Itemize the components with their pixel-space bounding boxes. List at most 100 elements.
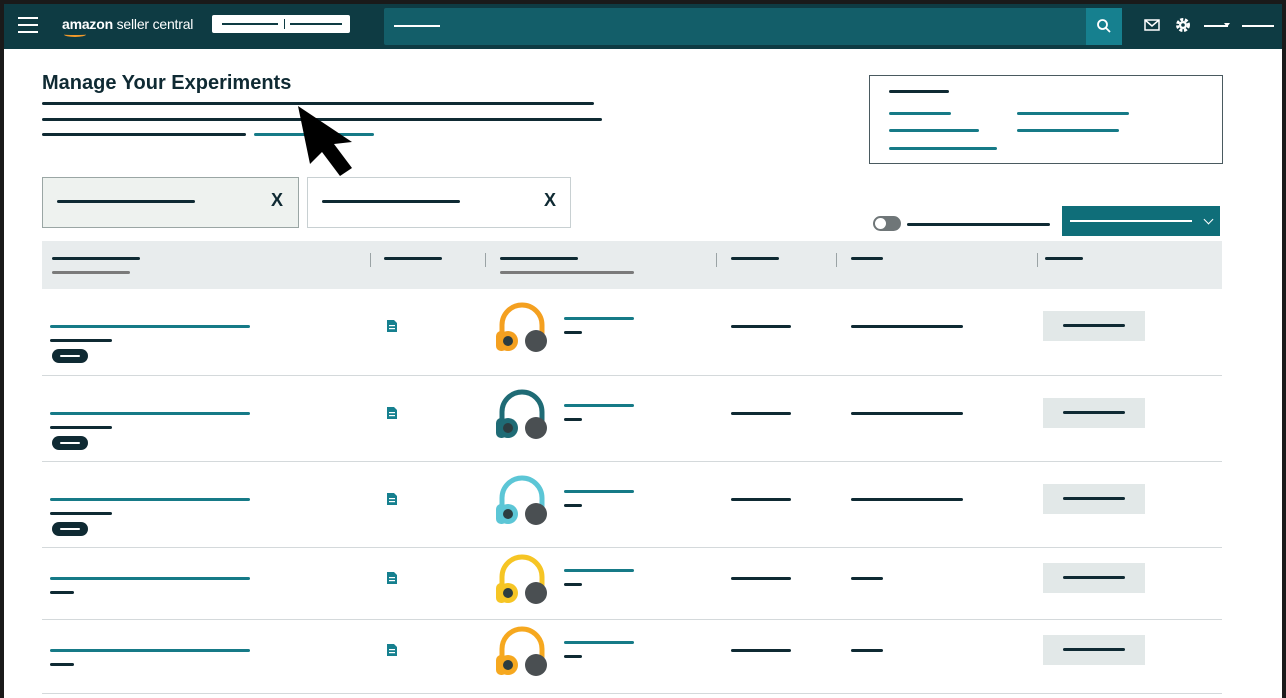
headphones-lightblue-icon [496, 475, 547, 525]
column-header-status[interactable] [851, 257, 883, 260]
info-link[interactable] [889, 112, 951, 115]
experiment-status [851, 412, 963, 415]
smile-icon [64, 32, 86, 37]
button-label [1063, 324, 1125, 327]
search-input[interactable] [384, 8, 1122, 45]
product-asin [564, 331, 582, 334]
table-row[interactable] [42, 462, 1222, 548]
gear-icon[interactable] [1174, 16, 1192, 34]
app-window: amazon seller central Manage Your Experi… [4, 4, 1282, 698]
experiment-name-link[interactable] [50, 498, 250, 501]
search-placeholder [394, 25, 440, 27]
experiment-name-link[interactable] [50, 412, 250, 415]
start-date [731, 325, 791, 328]
store-separator [284, 19, 285, 29]
document-icon[interactable] [386, 406, 398, 420]
column-header-type[interactable] [384, 257, 442, 260]
column-subheader [52, 271, 130, 274]
menu-icon[interactable] [18, 17, 38, 35]
experiment-subtext [50, 339, 112, 342]
button-label [1063, 648, 1125, 651]
view-details-button[interactable] [1043, 635, 1145, 665]
product-asin [564, 655, 582, 658]
brand-prefix: amazon [62, 16, 113, 32]
view-details-button[interactable] [1043, 398, 1145, 428]
search-icon [1097, 19, 1111, 33]
headphones-orange-yellow-icon [496, 626, 547, 676]
table-row[interactable] [42, 376, 1222, 462]
info-link[interactable] [889, 129, 979, 132]
product-title [564, 404, 634, 407]
actions-dropdown[interactable] [1062, 206, 1220, 236]
brand-logo[interactable]: amazon seller central [62, 16, 194, 37]
column-divider [836, 253, 837, 267]
experiment-status [851, 649, 883, 652]
mouse-cursor-icon [298, 106, 352, 176]
experiment-name-link[interactable] [50, 325, 250, 328]
info-link[interactable] [889, 147, 997, 150]
column-divider [370, 253, 371, 267]
brand-suffix: seller central [112, 16, 194, 32]
start-date [731, 577, 791, 580]
store-name-placeholder [222, 23, 278, 25]
start-date [731, 412, 791, 415]
info-panel-heading [889, 90, 949, 93]
search-button[interactable] [1086, 8, 1122, 45]
filter-chip[interactable]: X [42, 177, 299, 228]
caret-down-icon [1224, 23, 1230, 27]
toggle-knob [875, 218, 886, 229]
account-menu[interactable] [1242, 25, 1274, 27]
button-label [1063, 411, 1125, 414]
close-icon[interactable]: X [271, 190, 283, 211]
document-icon[interactable] [386, 643, 398, 657]
column-header-experiment[interactable] [52, 257, 140, 260]
status-badge [52, 349, 88, 363]
view-details-button[interactable] [1043, 311, 1145, 341]
experiment-subtext [50, 426, 112, 429]
experiment-subtext [50, 663, 74, 666]
table-row[interactable] [42, 289, 1222, 376]
marketplace-selector[interactable] [212, 15, 350, 33]
experiment-name-link[interactable] [50, 577, 250, 580]
product-asin [564, 418, 582, 421]
start-date [731, 498, 791, 501]
page-title: Manage Your Experiments [42, 72, 292, 94]
chevron-down-icon [1203, 214, 1214, 225]
start-date [731, 649, 791, 652]
column-header-product[interactable] [500, 257, 578, 260]
info-link[interactable] [1017, 129, 1119, 132]
experiment-status [851, 577, 883, 580]
filter-chip-label [57, 200, 195, 203]
product-asin [564, 504, 582, 507]
product-title [564, 317, 634, 320]
view-details-button[interactable] [1043, 484, 1145, 514]
headphones-teal-icon [496, 389, 547, 439]
column-header-start[interactable] [731, 257, 779, 260]
toggle-label [907, 223, 1050, 226]
status-badge [52, 436, 88, 450]
column-divider [1037, 253, 1038, 267]
filter-chip[interactable]: X [307, 177, 571, 228]
dropdown-label [1070, 220, 1192, 222]
product-title [564, 569, 634, 572]
experiment-subtext [50, 591, 74, 594]
status-badge [52, 522, 88, 536]
column-header-action[interactable] [1045, 257, 1083, 260]
document-icon[interactable] [386, 571, 398, 585]
column-divider [716, 253, 717, 267]
mail-icon[interactable] [1144, 18, 1160, 32]
column-divider [485, 253, 486, 267]
experiment-status [851, 498, 963, 501]
headphones-yellow-icon [496, 554, 547, 604]
info-link[interactable] [1017, 112, 1129, 115]
view-toggle[interactable] [873, 216, 901, 231]
table-row[interactable] [42, 548, 1222, 620]
product-title [564, 490, 634, 493]
close-icon[interactable]: X [544, 190, 556, 211]
top-navigation-bar: amazon seller central [4, 4, 1282, 49]
experiment-name-link[interactable] [50, 649, 250, 652]
view-details-button[interactable] [1043, 563, 1145, 593]
document-icon[interactable] [386, 492, 398, 506]
table-row[interactable] [42, 620, 1222, 694]
document-icon[interactable] [386, 319, 398, 333]
